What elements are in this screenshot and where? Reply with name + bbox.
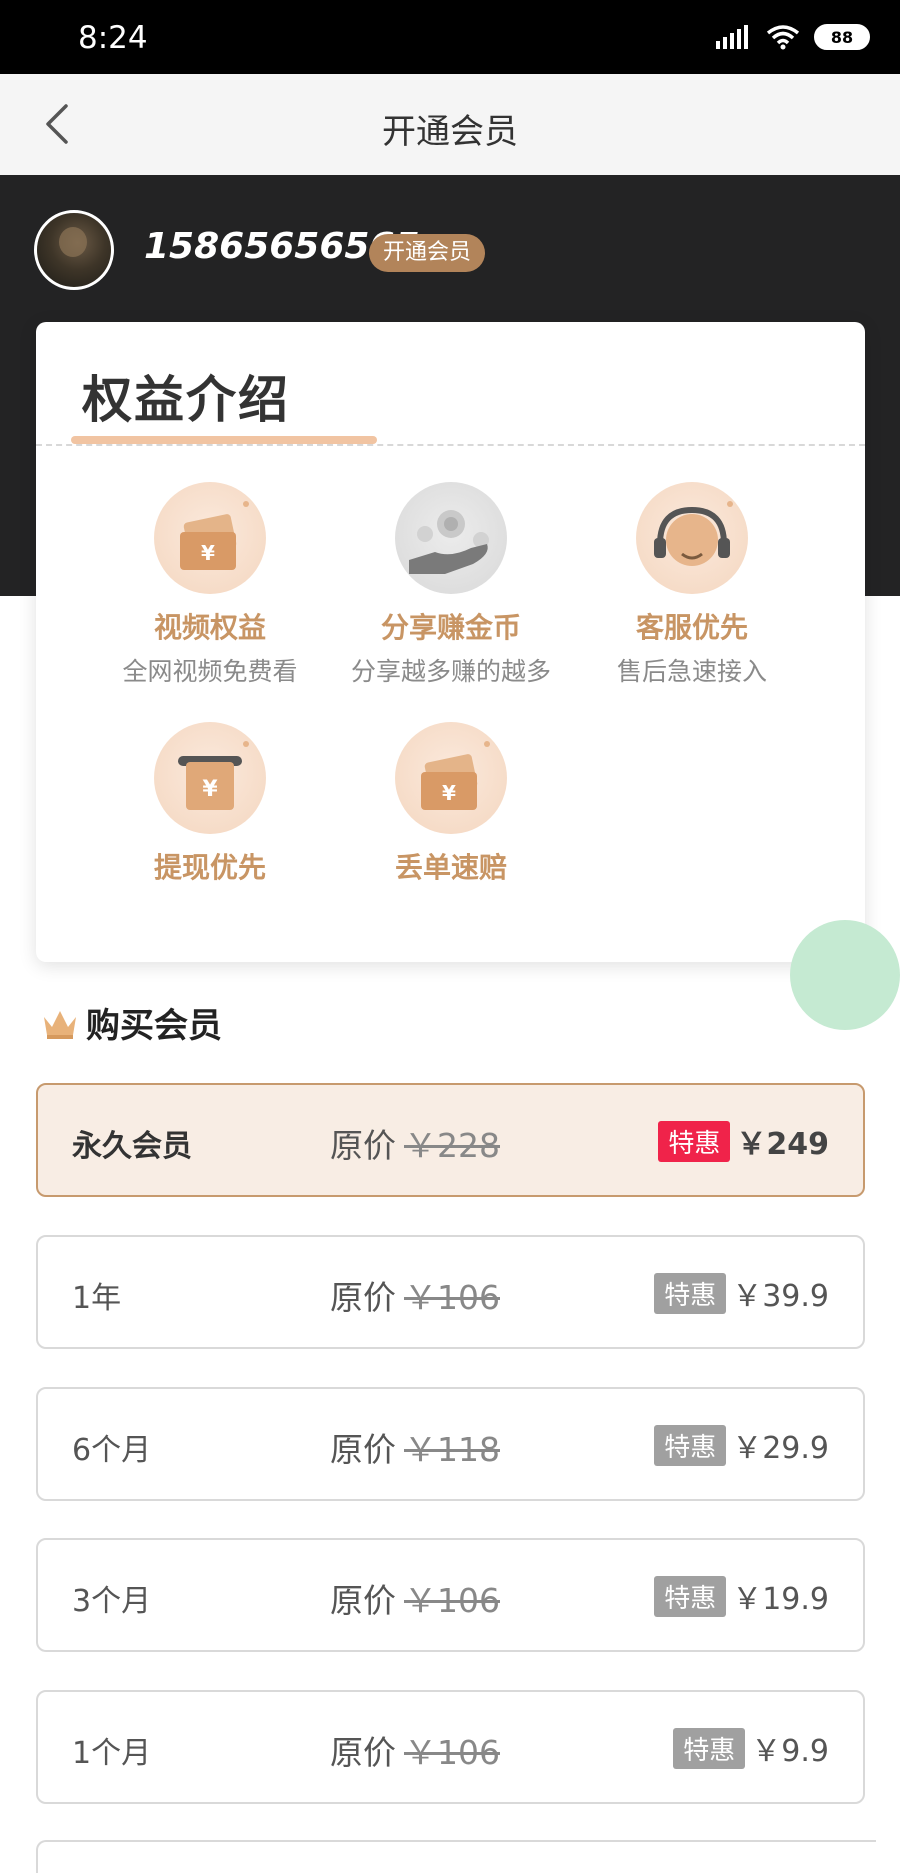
plan-option-partial[interactable] (36, 1840, 876, 1873)
plan-name: 1个月 (72, 1736, 152, 1771)
plan-original-price: 原价 ￥228 (330, 1126, 500, 1165)
svg-text:¥: ¥ (201, 541, 215, 565)
open-vip-badge[interactable]: 开通会员 (369, 234, 486, 272)
plan-original-price: 原价 ￥106 (330, 1278, 500, 1317)
discount-tag: 特惠 (654, 1424, 727, 1466)
dashed-divider (36, 444, 865, 446)
plan-sale: 特惠 ￥249 (658, 1119, 829, 1163)
plan-price: ￥39.9 (732, 1279, 829, 1314)
crown-icon (44, 1010, 76, 1039)
plan-option[interactable]: 1年 原价 ￥106 特惠 ￥39.9 (36, 1235, 865, 1349)
page-title: 开通会员 (382, 112, 518, 152)
discount-tag: 特惠 (654, 1575, 727, 1617)
ticket-icon: ¥ (154, 482, 266, 594)
plan-option[interactable]: 永久会员 原价 ￥228 特惠 ￥249 (36, 1083, 865, 1197)
plan-price: ￥9.9 (751, 1734, 829, 1769)
benefits-card: 权益介绍 ¥ 视频权益 全网视频免费看 分享赚金币 分享越多赚的越多 客服优先 … (36, 322, 865, 962)
title-underline (71, 436, 377, 444)
headset-icon (636, 482, 748, 594)
benefit-desc: 全网视频免费看 (122, 657, 298, 686)
benefit-desc: 分享越多赚的越多 (350, 657, 551, 686)
plan-price: ￥19.9 (732, 1582, 829, 1617)
svg-text:¥: ¥ (442, 781, 456, 805)
plan-name: 永久会员 (72, 1129, 192, 1164)
plan-name: 6个月 (72, 1433, 152, 1468)
status-bar: 8:24 88 (0, 0, 900, 74)
benefit-name: 提现优先 (153, 851, 266, 884)
plan-original-price: 原价 ￥106 (330, 1581, 500, 1620)
plan-original-price: 原价 ￥118 (330, 1430, 500, 1469)
benefit-compensation[interactable]: ¥ 丢单速赔 (321, 722, 581, 886)
benefit-service[interactable]: 客服优先 售后急速接入 (562, 482, 822, 688)
wifi-icon (766, 25, 800, 50)
discount-tag: 特惠 (673, 1727, 746, 1769)
plan-price: ￥249 (736, 1127, 829, 1162)
plan-option[interactable]: 1个月 原价 ￥106 特惠 ￥9.9 (36, 1690, 865, 1804)
discount-tag: 特惠 (654, 1272, 727, 1314)
plan-name: 1年 (72, 1281, 122, 1316)
status-icons: 88 (716, 24, 870, 50)
svg-text:¥: ¥ (202, 777, 218, 802)
plan-sale: 特惠 ￥39.9 (654, 1271, 829, 1315)
plan-sale: 特惠 ￥29.9 (654, 1423, 829, 1467)
plan-original-price: 原价 ￥106 (330, 1733, 500, 1772)
status-time: 8:24 (78, 20, 148, 56)
benefit-share[interactable]: 分享赚金币 分享越多赚的越多 (321, 482, 581, 688)
benefit-withdraw[interactable]: ¥ 提现优先 (80, 722, 340, 886)
benefit-desc: 售后急速接入 (616, 657, 767, 686)
benefit-name: 客服优先 (635, 611, 748, 644)
plan-option[interactable]: 3个月 原价 ￥106 特惠 ￥19.9 (36, 1538, 865, 1652)
floating-action-bubble[interactable] (790, 920, 900, 1030)
purchase-section-title: 购买会员 (40, 998, 222, 1047)
withdraw-icon: ¥ (154, 722, 266, 834)
plan-sale: 特惠 ￥9.9 (673, 1726, 829, 1770)
battery-indicator: 88 (814, 24, 870, 50)
discount-tag: 特惠 (658, 1120, 731, 1162)
ticket-icon: ¥ (395, 722, 507, 834)
plan-name: 3个月 (72, 1584, 152, 1619)
avatar[interactable] (34, 210, 114, 290)
benefit-name: 分享赚金币 (380, 611, 521, 644)
plan-option[interactable]: 6个月 原价 ￥118 特惠 ￥29.9 (36, 1387, 865, 1501)
plan-sale: 特惠 ￥19.9 (654, 1574, 829, 1618)
nav-bar: 开通会员 (0, 74, 900, 175)
benefit-name: 丢单速赔 (394, 851, 507, 884)
coins-hand-icon (395, 482, 507, 594)
benefits-title: 权益介绍 (82, 371, 290, 429)
signal-icon (716, 25, 748, 49)
benefit-name: 视频权益 (153, 611, 266, 644)
plan-price: ￥29.9 (732, 1431, 829, 1466)
benefit-video[interactable]: ¥ 视频权益 全网视频免费看 (80, 482, 340, 688)
purchase-title: 购买会员 (86, 1006, 222, 1046)
